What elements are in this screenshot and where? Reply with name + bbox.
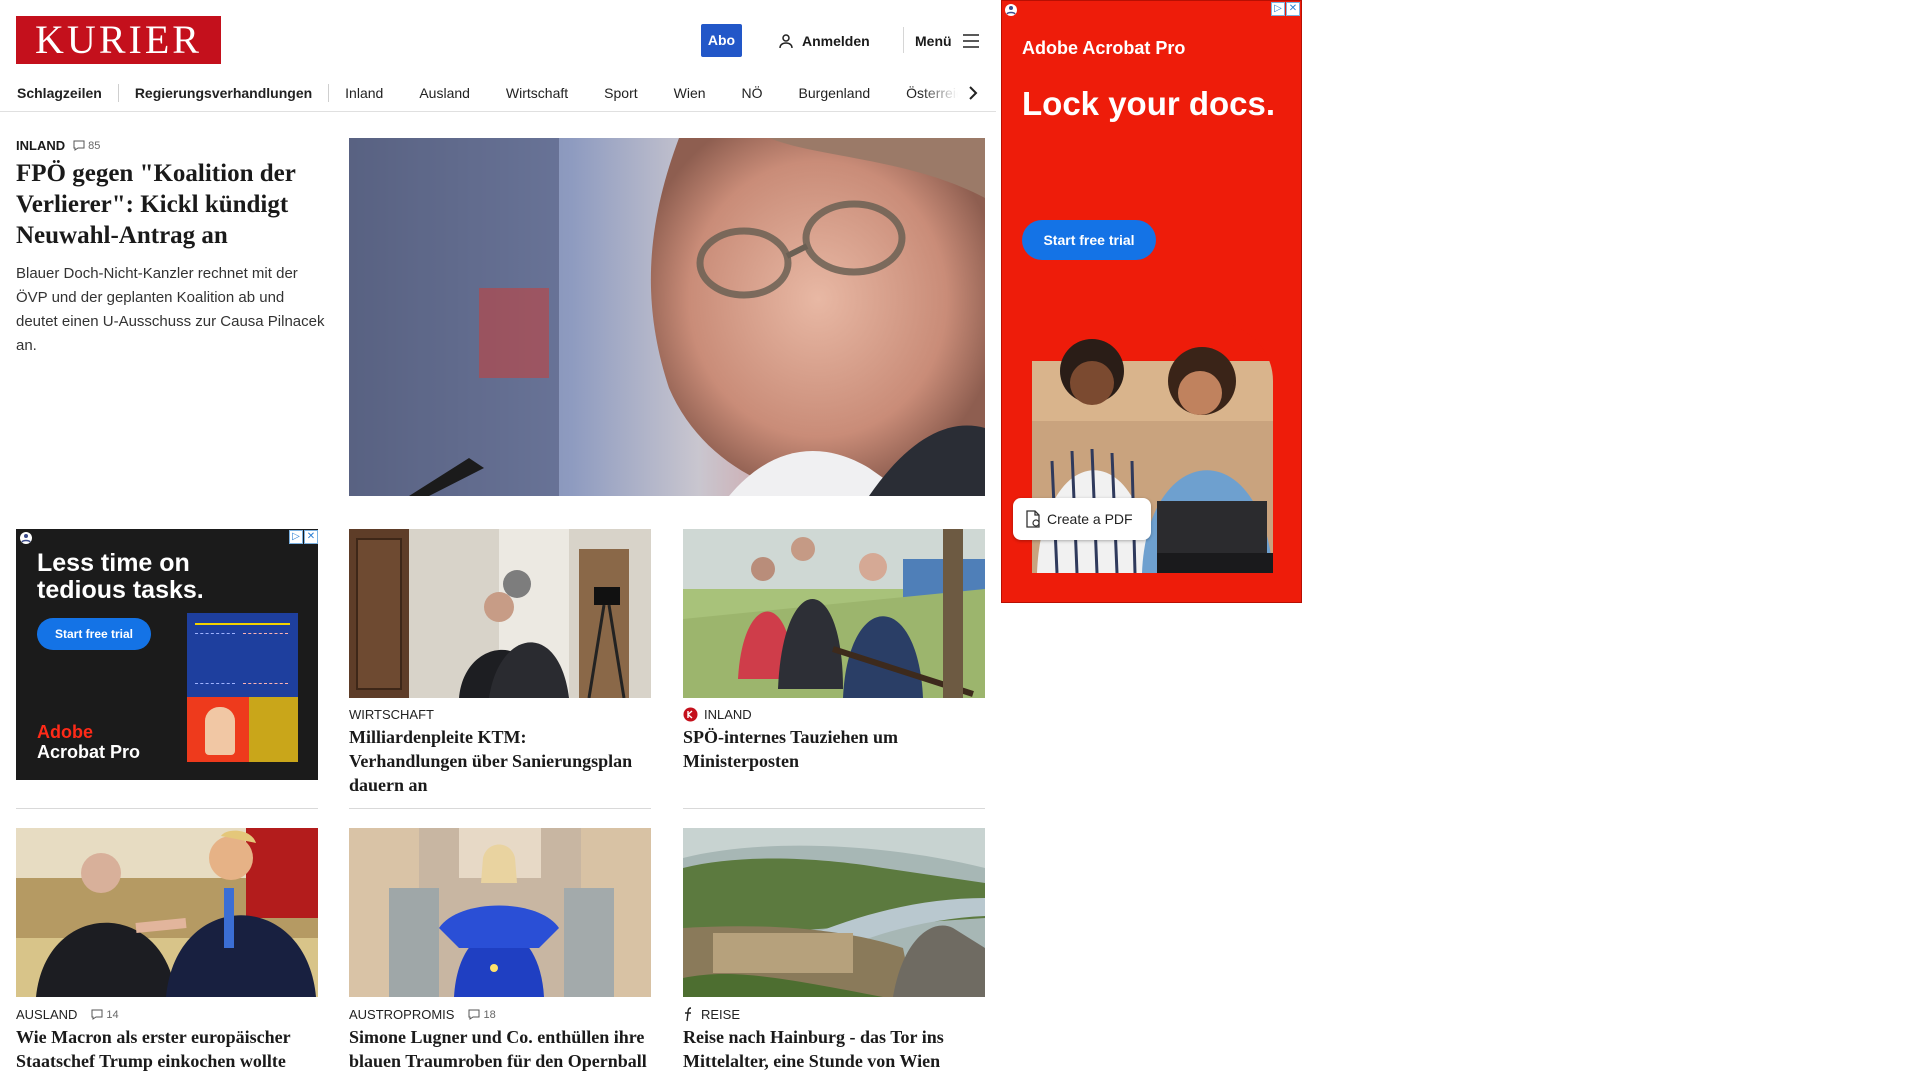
- nav-item-wirtschaft[interactable]: Wirtschaft: [506, 85, 568, 101]
- card-divider: [683, 808, 985, 809]
- hero-teaser: Blauer Doch-Nicht-Kanzler rechnet mit de…: [16, 265, 325, 354]
- ad-close-icon[interactable]: ✕: [304, 530, 318, 544]
- nav-item-ausland[interactable]: Ausland: [419, 85, 470, 101]
- adobe-ad-small[interactable]: ▷ ✕ Less time on tedious tasks. Start fr…: [16, 529, 318, 780]
- ad-choices[interactable]: ▷ ✕: [1271, 2, 1300, 16]
- card-comment-number: 18: [483, 1008, 496, 1021]
- comment-icon: [73, 140, 85, 151]
- hero-comment-number: 85: [88, 139, 101, 152]
- comment-icon: [91, 1009, 103, 1020]
- hero-comment-count[interactable]: 85: [73, 140, 100, 152]
- kurier-plus-icon: [683, 707, 698, 722]
- nav-scroll-right-button[interactable]: [962, 82, 984, 104]
- card-comment-number: 14: [106, 1008, 119, 1021]
- hamburger-icon: [962, 34, 980, 48]
- card-kicker[interactable]: INLAND: [683, 707, 752, 722]
- ad-badge-icon: [1004, 3, 1018, 17]
- ad-info-icon[interactable]: ▷: [289, 530, 303, 544]
- nav-item-noe[interactable]: NÖ: [742, 85, 763, 101]
- ad-small-brand-2: Acrobat Pro: [37, 742, 141, 762]
- ad-large-brand: Adobe Acrobat Pro: [1022, 38, 1185, 59]
- abo-button[interactable]: Abo: [701, 24, 742, 57]
- hero-kicker: INLAND 85: [16, 138, 100, 153]
- news-site: KURIER Abo Anmelden Menü Schlagzeilen Re…: [0, 0, 996, 1080]
- card-headline[interactable]: Milliardenpleite KTM: Verhandlungen über…: [349, 725, 649, 797]
- ad-small-document-image: [187, 613, 298, 762]
- card-category: WIRTSCHAFT: [349, 707, 434, 722]
- card-divider: [16, 808, 318, 809]
- ad-large-cta-button[interactable]: Start free trial: [1022, 220, 1156, 260]
- card-image-macron-trump[interactable]: [16, 828, 318, 997]
- login-button[interactable]: Anmelden: [778, 30, 870, 52]
- chevron-right-icon: [968, 85, 978, 101]
- nav-list: Schlagzeilen Regierungsverhandlungen Inl…: [0, 74, 971, 111]
- hero-category[interactable]: INLAND: [16, 138, 65, 153]
- nav-divider: [117, 84, 119, 102]
- freizeit-icon: [683, 1007, 695, 1022]
- card-image-opernball[interactable]: [349, 828, 651, 997]
- ad-small-headline-2: tedious tasks.: [37, 576, 204, 604]
- card-category: REISE: [701, 1007, 741, 1022]
- card-category: AUSTROPROMIS: [349, 1007, 455, 1022]
- comment-icon: [468, 1009, 480, 1020]
- user-icon: [778, 33, 794, 49]
- login-label: Anmelden: [802, 33, 870, 49]
- ad-close-icon[interactable]: ✕: [1286, 2, 1300, 16]
- adobe-ad-large[interactable]: ▷ ✕ Adobe Acrobat Pro Lock your docs. St…: [1001, 0, 1302, 603]
- ad-small-cta-button[interactable]: Start free trial: [37, 618, 151, 650]
- ad-large-brand-1: Adobe: [1022, 38, 1078, 58]
- ad-large-brand-2: Acrobat Pro: [1082, 38, 1186, 58]
- menu-button[interactable]: Menü: [915, 30, 980, 52]
- hero-headline[interactable]: FPÖ gegen "Koalition der Verlierer": Kic…: [16, 158, 328, 251]
- ad-small-brand-1: Adobe: [37, 722, 93, 742]
- card-kicker[interactable]: AUSTROPROMIS 18: [349, 1007, 496, 1022]
- nav-item-schlagzeilen[interactable]: Schlagzeilen: [17, 85, 102, 101]
- card-image-spoe[interactable]: [683, 529, 985, 698]
- kurier-logo[interactable]: KURIER: [16, 16, 221, 64]
- card-headline[interactable]: Simone Lugner und Co. enthüllen ihre bla…: [349, 1025, 649, 1073]
- card-image-ktm[interactable]: [349, 529, 651, 698]
- card-comment-count[interactable]: 18: [468, 1008, 496, 1021]
- card-headline[interactable]: Reise nach Hainburg - das Tor ins Mittel…: [683, 1025, 983, 1073]
- card-kicker[interactable]: REISE: [683, 1007, 740, 1022]
- menu-label: Menü: [915, 33, 952, 49]
- card-image-hainburg[interactable]: [683, 828, 985, 997]
- card-headline[interactable]: SPÖ-internes Tauziehen um Ministerposten: [683, 725, 983, 773]
- card-kicker[interactable]: WIRTSCHAFT: [349, 707, 434, 722]
- ad-small-headline-1: Less time on: [37, 549, 190, 577]
- nav-item-burgenland[interactable]: Burgenland: [799, 85, 871, 101]
- pdf-file-icon: [1025, 510, 1041, 528]
- card-divider: [349, 808, 651, 809]
- card-kicker[interactable]: AUSLAND 14: [16, 1007, 119, 1022]
- card-category: INLAND: [704, 707, 752, 722]
- header-divider: [903, 27, 904, 53]
- section-nav: Schlagzeilen Regierungsverhandlungen Inl…: [0, 74, 996, 112]
- nav-divider: [328, 84, 330, 102]
- card-headline[interactable]: Wie Macron als erster europäischer Staat…: [16, 1025, 316, 1073]
- hero-image[interactable]: [349, 138, 985, 496]
- card-category: AUSLAND: [16, 1007, 78, 1022]
- nav-item-inland[interactable]: Inland: [345, 85, 383, 101]
- card-comment-count[interactable]: 14: [91, 1008, 119, 1021]
- ad-info-icon[interactable]: ▷: [1271, 2, 1285, 16]
- create-pdf-button[interactable]: Create a PDF: [1013, 498, 1151, 540]
- nav-item-wien[interactable]: Wien: [674, 85, 706, 101]
- nav-item-regierungsverhandlungen[interactable]: Regierungsverhandlungen: [135, 85, 312, 101]
- ad-choices[interactable]: ▷ ✕: [289, 530, 318, 544]
- nav-item-sport[interactable]: Sport: [604, 85, 637, 101]
- ad-large-headline: Lock your docs.: [1022, 85, 1276, 122]
- ad-badge-icon: [19, 531, 33, 545]
- create-pdf-label: Create a PDF: [1047, 511, 1133, 527]
